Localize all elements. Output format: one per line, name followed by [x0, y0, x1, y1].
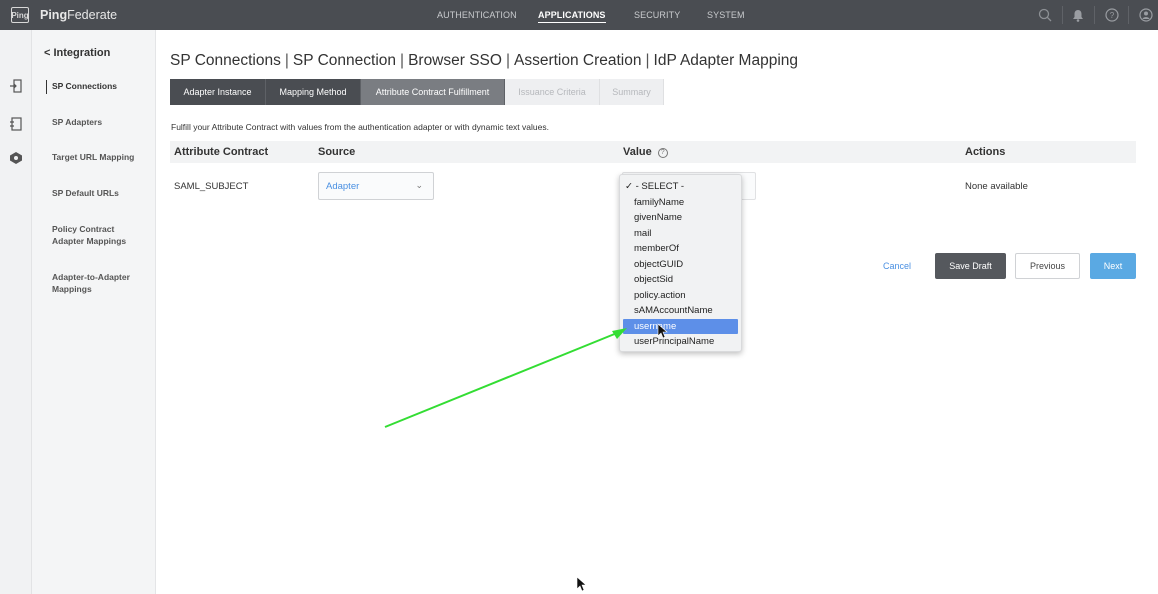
- tab-adapter-instance[interactable]: Adapter Instance: [170, 79, 266, 105]
- dropdown-option[interactable]: mail: [620, 226, 741, 242]
- help-icon[interactable]: ?: [1097, 0, 1127, 30]
- breadcrumb: SP Connections | SP Connection | Browser SSO…: [170, 52, 799, 69]
- sidebar-item-policy-contract-adapter-mappings[interactable]: Policy Contract Adapter Mappings: [52, 223, 142, 247]
- nav-authentication[interactable]: AUTHENTICATION: [437, 10, 517, 20]
- main-content: SP Connections | SP Connection | Browser SSO…: [156, 30, 1158, 594]
- nav-security[interactable]: SECURITY: [634, 10, 680, 20]
- actions-cell: None available: [965, 181, 1028, 192]
- sidebar-item-adapter-to-adapter-mappings[interactable]: Adapter-to-Adapter Mappings: [52, 271, 144, 295]
- search-icon[interactable]: [1030, 0, 1060, 30]
- ping-logo: Ping: [11, 7, 29, 23]
- tab-mapping-method[interactable]: Mapping Method: [266, 79, 361, 105]
- tab-issuance-criteria[interactable]: Issuance Criteria: [505, 79, 600, 105]
- dropdown-option-highlighted[interactable]: username: [623, 318, 738, 334]
- next-button[interactable]: Next: [1090, 253, 1136, 279]
- tab-summary[interactable]: Summary: [600, 79, 664, 105]
- source-select[interactable]: Adapter ⌄: [318, 172, 434, 200]
- chevron-down-icon: ⌄: [415, 180, 423, 190]
- cancel-button[interactable]: Cancel: [874, 253, 920, 279]
- dropdown-option[interactable]: givenName: [620, 210, 741, 226]
- sidebar: < Integration SP Connections SP Adapters…: [32, 30, 156, 594]
- icon-rail: [0, 30, 32, 594]
- column-header-value: Value?: [623, 146, 668, 158]
- breadcrumb-assertion-creation[interactable]: Assertion Creation: [514, 52, 642, 69]
- breadcrumb-idp-adapter-mapping: IdP Adapter Mapping: [653, 52, 799, 69]
- column-header-attribute-contract: Attribute Contract: [174, 146, 269, 158]
- bell-icon[interactable]: [1063, 0, 1093, 30]
- page-description: Fulfill your Attribute Contract with val…: [171, 122, 549, 132]
- sidebar-item-sp-default-urls[interactable]: SP Default URLs: [52, 187, 152, 199]
- sidebar-item-sp-connections[interactable]: SP Connections: [52, 80, 152, 92]
- wizard-tabs: Adapter Instance Mapping Method Attribut…: [170, 79, 664, 105]
- sidebar-item-target-url-mapping[interactable]: Target URL Mapping: [52, 151, 152, 163]
- user-icon[interactable]: [1131, 0, 1158, 30]
- sidebar-active-indicator: [46, 80, 47, 94]
- column-header-actions: Actions: [965, 146, 1006, 158]
- sp-connection-icon[interactable]: [8, 78, 24, 94]
- top-navbar: Ping PingFederate AUTHENTICATION APPLICA…: [0, 0, 1158, 30]
- value-help-icon[interactable]: ?: [657, 148, 668, 158]
- attribute-contract-cell: SAML_SUBJECT: [174, 181, 249, 192]
- dropdown-option-select[interactable]: ✓ - SELECT -: [620, 179, 741, 195]
- dropdown-option[interactable]: userPrincipalName: [620, 334, 741, 350]
- checkmark-icon: ✓: [625, 181, 636, 192]
- save-draft-button[interactable]: Save Draft: [935, 253, 1006, 279]
- breadcrumb-sp-connection[interactable]: SP Connection: [293, 52, 396, 69]
- source-select-value: Adapter: [326, 181, 360, 192]
- dropdown-option[interactable]: objectSid: [620, 272, 741, 288]
- dropdown-option[interactable]: memberOf: [620, 241, 741, 257]
- dropdown-option[interactable]: familyName: [620, 195, 741, 211]
- sp-adapter-icon[interactable]: [8, 116, 24, 132]
- column-header-source: Source: [318, 146, 356, 158]
- nav-system[interactable]: SYSTEM: [707, 10, 745, 20]
- nav-applications[interactable]: APPLICATIONS: [538, 10, 606, 23]
- value-dropdown-list: ✓ - SELECT - familyName givenName mail m…: [619, 174, 742, 352]
- sidebar-back-integration[interactable]: < Integration: [44, 47, 110, 59]
- sidebar-item-sp-adapters[interactable]: SP Adapters: [52, 116, 152, 128]
- breadcrumb-sp-connections[interactable]: SP Connections: [170, 52, 281, 69]
- tab-attribute-contract-fulfillment[interactable]: Attribute Contract Fulfillment: [361, 79, 505, 105]
- app-brand[interactable]: PingFederate: [40, 8, 117, 22]
- dropdown-option[interactable]: sAMAccountName: [620, 303, 741, 319]
- dropdown-option[interactable]: objectGUID: [620, 257, 741, 273]
- network-icon[interactable]: [8, 150, 24, 166]
- previous-button[interactable]: Previous: [1015, 253, 1080, 279]
- breadcrumb-browser-sso[interactable]: Browser SSO: [408, 52, 502, 69]
- dropdown-option[interactable]: policy.action: [620, 288, 741, 304]
- svg-text:?: ?: [1110, 11, 1115, 20]
